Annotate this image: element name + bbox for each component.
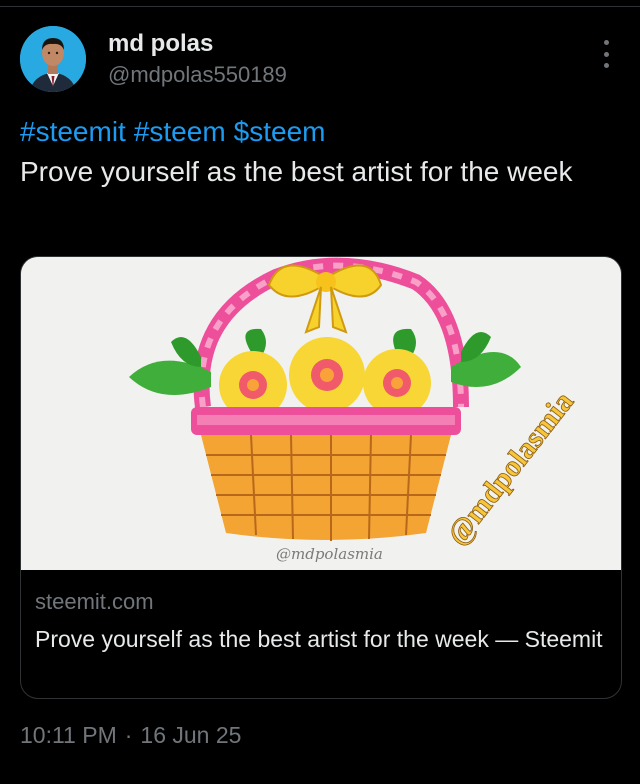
flower-center xyxy=(289,337,365,413)
tweet-body: Prove yourself as the best artist for th… xyxy=(20,156,573,187)
separator: · xyxy=(124,722,133,748)
more-vertical-icon[interactable] xyxy=(596,40,616,68)
cashtag-steem[interactable]: $steem xyxy=(234,116,326,147)
flower-right xyxy=(363,349,431,417)
tweet-text: #steemit #steem $steem Prove yourself as t… xyxy=(20,112,610,192)
tweet-timestamp[interactable]: 10:11 PM · 16 Jun 25 xyxy=(20,722,245,749)
signature-text: @mdpolasmia xyxy=(276,545,383,563)
link-card[interactable]: @mdpolasmia @mdpolasmia steemit.com Prov… xyxy=(20,256,622,699)
avatar[interactable] xyxy=(20,26,86,92)
card-domain: steemit.com xyxy=(35,589,154,614)
author-name[interactable]: md polas xyxy=(108,30,213,58)
hashtag-steem[interactable]: #steem xyxy=(134,116,226,147)
hashtag-steemit[interactable]: #steemit xyxy=(20,116,126,147)
hashtag-row: #steemit #steem $steem xyxy=(20,112,610,152)
date: 16 Jun 25 xyxy=(140,722,242,748)
author-handle[interactable]: @mdpolas550189 xyxy=(108,62,287,88)
card-image: @mdpolasmia @mdpolasmia xyxy=(21,257,621,570)
card-title[interactable]: Prove yourself as the best artist for th… xyxy=(35,623,610,655)
time: 10:11 PM xyxy=(20,722,117,748)
top-divider xyxy=(0,6,640,7)
basket-drawing: @mdpolasmia @mdpolasmia xyxy=(21,257,621,570)
avatar-photo xyxy=(20,26,86,92)
